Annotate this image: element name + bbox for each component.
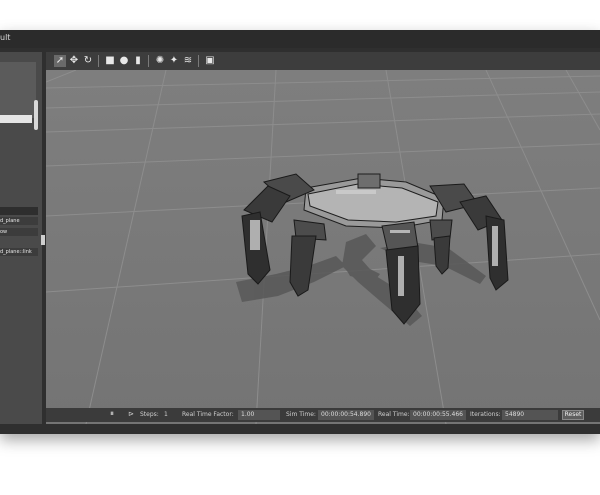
sphere-icon[interactable]: ● — [118, 55, 130, 67]
toolbar-separator — [98, 55, 99, 67]
scene-render — [46, 70, 600, 424]
title-bar: ult — [0, 30, 600, 48]
property-row-header[interactable] — [0, 207, 38, 215]
rotate-icon[interactable]: ↻ — [82, 55, 94, 67]
toolbar: ➚ ✥ ↻ ■ ● ▮ ✺ ✦ ≋ ▣ — [46, 52, 600, 70]
cylinder-icon[interactable]: ▮ — [132, 55, 144, 67]
property-label: d_plane::link — [0, 249, 32, 255]
real-time-label: Real Time: — [378, 411, 410, 418]
reset-button[interactable]: Reset — [562, 410, 584, 420]
property-row-ground-plane[interactable]: d_plane — [0, 217, 38, 225]
panel-scrollbar[interactable] — [34, 100, 38, 130]
selected-tree-item[interactable] — [0, 115, 32, 123]
camera-icon[interactable]: ▣ — [204, 55, 216, 67]
steps-value[interactable]: 1 — [164, 411, 168, 418]
directional-light-icon[interactable]: ≋ — [182, 55, 194, 67]
pause-button[interactable]: ⏸ — [110, 409, 114, 419]
spot-light-icon[interactable]: ✦ — [168, 55, 180, 67]
window-title: ult — [0, 33, 11, 42]
toolbar-separator — [148, 55, 149, 67]
select-arrow-icon[interactable]: ➚ — [54, 55, 66, 67]
panel-collapse-handle[interactable] — [41, 235, 45, 245]
3d-viewport[interactable]: ➚ ✥ ↻ ■ ● ▮ ✺ ✦ ≋ ▣ — [46, 52, 600, 424]
rtf-field: 1.00 — [238, 410, 280, 420]
world-panel: d_plane ow d_plane::link — [0, 52, 42, 424]
real-time-field: 00:00:00:55.466 — [410, 410, 466, 420]
translate-icon[interactable]: ✥ — [68, 55, 80, 67]
status-bar: ⏸ ⊳ Steps: 1 Real Time Factor: 1.00 Sim … — [46, 408, 600, 422]
point-light-icon[interactable]: ✺ — [154, 55, 166, 67]
property-row-shadow[interactable]: ow — [0, 228, 38, 236]
step-button[interactable]: ⊳ — [128, 410, 134, 418]
iterations-label: Iterations: — [470, 411, 501, 418]
sim-time-field: 00:00:00:54.890 — [318, 410, 374, 420]
world-tree[interactable] — [0, 62, 36, 118]
iterations-field: 54890 — [502, 410, 558, 420]
sim-time-label: Sim Time: — [286, 411, 316, 418]
box-icon[interactable]: ■ — [104, 55, 116, 67]
toolbar-separator — [198, 55, 199, 67]
steps-label: Steps: — [140, 411, 159, 418]
property-row-link[interactable]: d_plane::link — [0, 248, 38, 256]
gazebo-window: ult d_plane ow d_plane::link ➚ ✥ ↻ ■ ● ▮… — [0, 30, 600, 434]
rtf-label: Real Time Factor: — [182, 411, 234, 418]
property-label: ow — [0, 229, 8, 235]
property-label: d_plane — [0, 218, 20, 224]
